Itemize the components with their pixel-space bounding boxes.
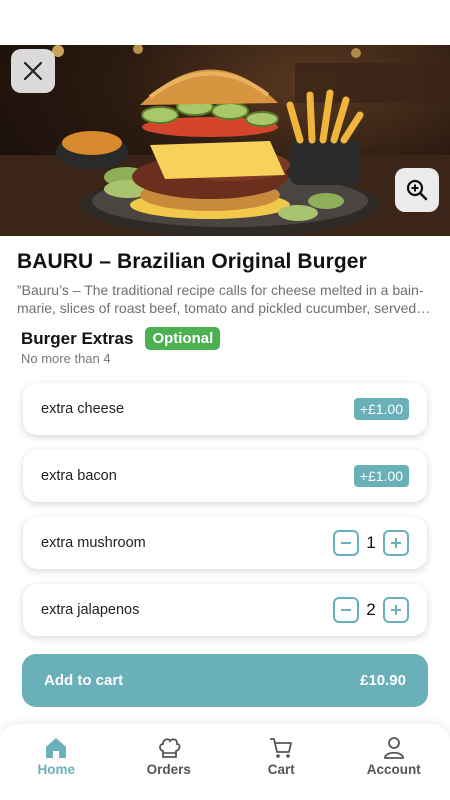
add-to-cart-button[interactable]: Add to cart £10.90 — [22, 654, 428, 707]
product-title: BAURU – Brazilian Original Burger — [17, 250, 367, 273]
cart-icon — [270, 738, 293, 758]
increase-button[interactable] — [383, 597, 409, 623]
tab-cart[interactable]: Cart — [225, 724, 338, 800]
plus-icon — [391, 605, 401, 615]
user-icon — [383, 737, 404, 759]
increase-button[interactable] — [383, 530, 409, 556]
tab-home[interactable]: Home — [0, 724, 113, 800]
extras-limit: No more than 4 — [21, 351, 111, 366]
quantity-stepper: 1 — [333, 530, 409, 556]
extra-option-bacon[interactable]: extra bacon +£1.00 — [23, 450, 427, 502]
plus-icon — [391, 538, 401, 548]
tab-label: Home — [37, 762, 75, 777]
decrease-button[interactable] — [333, 597, 359, 623]
extra-option-mushroom[interactable]: extra mushroom 1 — [23, 517, 427, 569]
minus-icon — [341, 609, 351, 611]
quantity-value: 2 — [366, 600, 376, 619]
minus-icon — [341, 542, 351, 544]
cart-total: £10.90 — [360, 672, 406, 689]
bottom-tab-bar: Home Orders Cart Account — [0, 724, 450, 800]
add-to-cart-label: Add to cart — [44, 672, 124, 689]
product-image — [0, 45, 450, 236]
extras-header: Burger Extras Optional — [21, 327, 221, 350]
tab-label: Account — [366, 762, 421, 777]
tab-account[interactable]: Account — [338, 724, 450, 800]
zoom-button[interactable] — [395, 168, 439, 212]
tab-label: Cart — [267, 762, 295, 777]
decrease-button[interactable] — [333, 530, 359, 556]
extra-option-jalapenos[interactable]: extra jalapenos 2 — [23, 584, 427, 636]
extra-option-cheese[interactable]: extra cheese +£1.00 — [23, 383, 427, 435]
chef-hat-icon — [158, 738, 181, 758]
extra-name: extra cheese — [41, 401, 125, 417]
extra-name: extra bacon — [41, 468, 117, 484]
optional-badge: Optional — [145, 327, 221, 350]
extra-price[interactable]: +£1.00 — [353, 465, 409, 487]
quantity-stepper: 2 — [333, 597, 409, 623]
extra-price[interactable]: +£1.00 — [353, 398, 409, 420]
tab-orders[interactable]: Orders — [113, 724, 226, 800]
extras-title: Burger Extras — [21, 328, 134, 348]
quantity-value: 1 — [366, 533, 376, 552]
zoom-in-icon — [406, 179, 428, 201]
close-icon — [23, 61, 43, 81]
extra-name: extra mushroom — [41, 535, 146, 551]
product-description: ”Bauru’s – The traditional recipe calls … — [17, 282, 431, 316]
extra-name: extra jalapenos — [41, 602, 140, 618]
home-icon — [46, 738, 67, 758]
tab-label: Orders — [146, 762, 191, 777]
close-button[interactable] — [11, 49, 55, 93]
